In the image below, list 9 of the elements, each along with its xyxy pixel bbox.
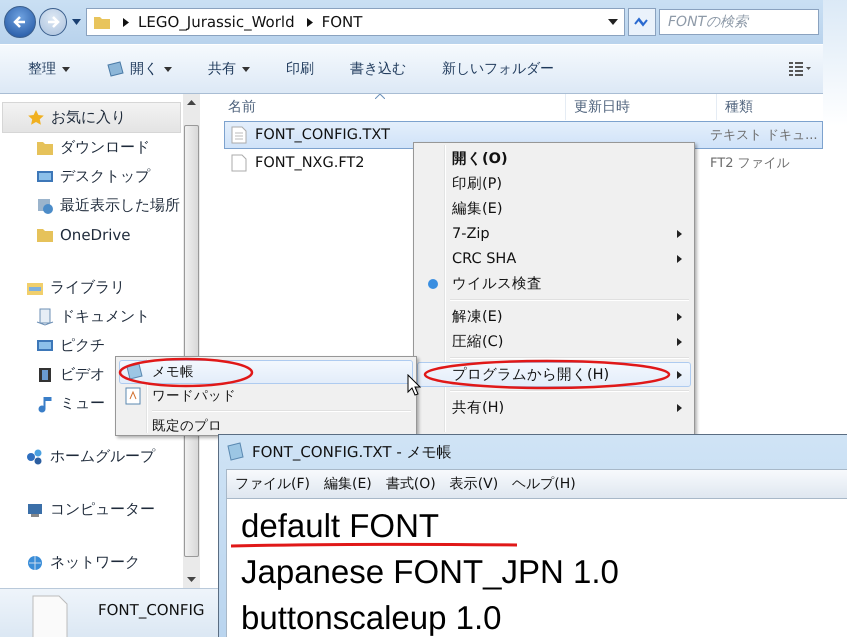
text-line: Japanese FONT_JPN 1.0 [241, 553, 619, 591]
file-name: FONT_NXG.FT2 [255, 155, 365, 171]
text-line: default FONT [241, 507, 440, 545]
text-line: buttonscaleup 1.0 [241, 599, 502, 637]
file-type: FT2 ファイル [710, 155, 791, 172]
file-name: FONT_CONFIG.TXT [255, 127, 390, 143]
file-name: FONT_CONFIG [98, 600, 204, 619]
file-type: テキスト ドキュ... [710, 127, 819, 144]
window-title: FONT_CONFIG.TXT - メモ帳 [252, 442, 452, 462]
